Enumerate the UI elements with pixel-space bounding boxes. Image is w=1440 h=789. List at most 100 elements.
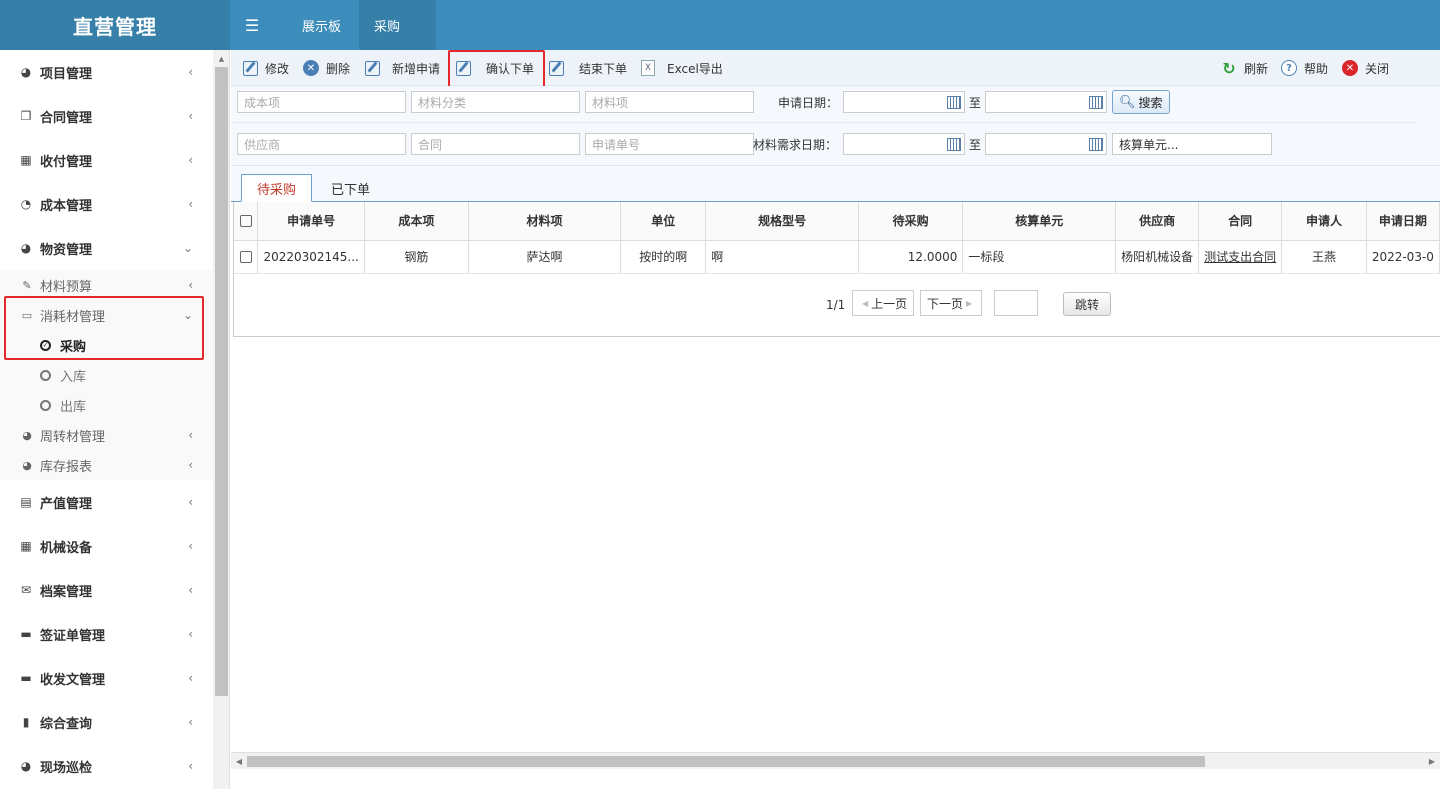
sidebar-item-visa[interactable]: ▬ 签证单管理 ‹: [0, 612, 213, 656]
dashboard-icon: ◕: [20, 759, 32, 773]
chevron-left-icon: ‹: [188, 671, 193, 685]
sidebar-item-query[interactable]: ▮ 综合查询 ‹: [0, 700, 213, 744]
filter-panel: 成本项 材料分类 材料项 申请日期： 至 🔍︎ 搜索 供应商 合同 申请单号 材料…: [231, 86, 1440, 166]
column-header[interactable]: 核算单元: [962, 202, 1117, 241]
chevron-left-icon: ‹: [188, 153, 193, 167]
refresh-button[interactable]: ↻ 刷新: [1220, 50, 1268, 86]
apply-date-from-input[interactable]: [843, 91, 965, 113]
finish-order-button[interactable]: 结束下单: [547, 50, 627, 86]
sidebar-sub-material-budget[interactable]: ✎ 材料预算 ‹: [0, 270, 213, 300]
pie-chart-icon: ◔: [20, 197, 32, 211]
cell-apply-date: 2022-03-0: [1366, 240, 1440, 274]
excel-export-button[interactable]: X Excel导出: [639, 50, 723, 86]
sidebar: ◕ 项目管理 ‹ ❐ 合同管理 ‹ ▦ 收付管理 ‹ ◔ 成本管理 ‹ ◕ 物资管理 ⌄ ✎ 材料预算…: [0, 50, 213, 789]
scroll-right-icon[interactable]: ▶: [1425, 753, 1439, 770]
apply-no-input[interactable]: 申请单号: [585, 133, 754, 155]
sidebar-item-project[interactable]: ◕ 项目管理 ‹: [0, 50, 213, 94]
table-icon: ▤: [20, 495, 32, 509]
contract-link[interactable]: 测试支出合同: [1204, 250, 1276, 264]
next-page-button[interactable]: 下一页 ▶: [920, 290, 983, 316]
sidebar-item-contract[interactable]: ❐ 合同管理 ‹: [0, 94, 213, 138]
table-row[interactable]: 20220302145... 钢筋 萨达啊 按时的啊 啊 12.0000 一标段…: [234, 240, 1440, 274]
dashboard-icon: ◕: [20, 65, 32, 79]
sidebar-sub-turnover[interactable]: ◕ 周转材管理 ‹: [0, 420, 213, 450]
help-button[interactable]: ? 帮助: [1280, 50, 1328, 86]
add-request-button[interactable]: 新增申请: [363, 50, 440, 86]
chevron-left-icon: ‹: [188, 278, 193, 292]
edit-icon: ✎: [22, 278, 32, 292]
top-tab-dashboard[interactable]: 展示板: [287, 0, 356, 50]
need-date-label: 材料需求日期：: [753, 137, 838, 152]
column-header[interactable]: 材料项: [468, 202, 622, 241]
contract-input[interactable]: 合同: [411, 133, 580, 155]
scroll-up-icon[interactable]: ▲: [213, 52, 230, 66]
sidebar-item-payment[interactable]: ▦ 收付管理 ‹: [0, 138, 213, 182]
need-date-to-input[interactable]: [985, 133, 1107, 155]
tab-pending-purchase[interactable]: 待采购: [241, 174, 313, 202]
sidebar-item-documents[interactable]: ▬ 收发文管理 ‹: [0, 656, 213, 700]
accounting-unit-select[interactable]: 核算单元...: [1112, 133, 1272, 155]
select-all-checkbox[interactable]: [234, 202, 259, 241]
need-date-from-input[interactable]: [843, 133, 965, 155]
sidebar-leaf-inbound[interactable]: 入库: [0, 360, 213, 390]
supplier-input[interactable]: 供应商: [237, 133, 406, 155]
edit-button[interactable]: 修改: [241, 50, 289, 86]
column-header[interactable]: 待采购: [858, 202, 964, 241]
folder-icon: ▬: [20, 671, 32, 685]
pagination: 1/1 ◀ 上一页 下一页 ▶ 跳转: [234, 290, 1440, 320]
page-number-input[interactable]: [994, 290, 1038, 316]
sidebar-item-cost[interactable]: ◔ 成本管理 ‹: [0, 182, 213, 226]
sidebar-item-archive[interactable]: ✉ 档案管理 ‹: [0, 568, 213, 612]
apply-date-to-input[interactable]: [985, 91, 1107, 113]
cost-item-input[interactable]: 成本项: [237, 91, 406, 113]
horizontal-scrollbar[interactable]: ◀ ▶: [231, 752, 1440, 769]
circle-icon: [40, 369, 51, 381]
prev-page-button[interactable]: ◀ 上一页: [852, 290, 915, 316]
check-circle-icon: ✓: [40, 339, 51, 351]
scroll-left-icon[interactable]: ◀: [232, 753, 246, 770]
sidebar-scrollbar[interactable]: ▲: [213, 50, 230, 789]
horizontal-scroll-thumb[interactable]: [247, 756, 1205, 767]
sidebar-item-inspection[interactable]: ◕ 现场巡检 ‹: [0, 744, 213, 788]
folder-icon: ▬: [20, 627, 32, 641]
column-header[interactable]: 供应商: [1115, 202, 1200, 241]
tab-ordered[interactable]: 已下单: [316, 174, 385, 202]
sidebar-item-machinery[interactable]: ▦ 机械设备 ‹: [0, 524, 213, 568]
cell-contract[interactable]: 测试支出合同: [1198, 240, 1283, 274]
sidebar-sub-consumables[interactable]: ▭ 消耗材管理 ⌄: [0, 300, 213, 330]
calendar-icon[interactable]: [1089, 138, 1103, 151]
jump-button[interactable]: 跳转: [1063, 292, 1112, 316]
excel-icon: X: [639, 59, 657, 77]
column-header[interactable]: 合同: [1198, 202, 1283, 241]
column-header[interactable]: 申请单号: [257, 202, 365, 241]
hamburger-icon[interactable]: ☰: [230, 0, 274, 50]
sidebar-item-material[interactable]: ◕ 物资管理 ⌄: [0, 226, 213, 270]
calendar-icon[interactable]: [1089, 96, 1103, 109]
sidebar-leaf-outbound[interactable]: 出库: [0, 390, 213, 420]
chevron-left-icon: ‹: [188, 65, 193, 79]
top-tab-purchase[interactable]: 采购: [359, 0, 436, 50]
column-header[interactable]: 单位: [620, 202, 707, 241]
copy-icon: ❐: [20, 109, 32, 123]
chevron-left-icon: ‹: [188, 759, 193, 773]
row-checkbox[interactable]: [234, 240, 259, 274]
purchase-table: 申请单号 成本项 材料项 单位 规格型号 待采购 核算单元 供应商 合同 申请人…: [234, 202, 1440, 274]
sidebar-sub-inventory-report[interactable]: ◕ 库存报表 ‹: [0, 450, 213, 480]
calendar-icon[interactable]: [947, 138, 961, 151]
column-header[interactable]: 规格型号: [705, 202, 859, 241]
sidebar-scroll-thumb[interactable]: [215, 67, 228, 696]
close-button[interactable]: ✕ 关闭: [1341, 50, 1389, 86]
column-header[interactable]: 申请人: [1281, 202, 1367, 241]
sidebar-item-output-value[interactable]: ▤ 产值管理 ‹: [0, 480, 213, 524]
search-button[interactable]: 🔍︎ 搜索: [1112, 90, 1170, 114]
column-header[interactable]: 申请日期: [1366, 202, 1440, 241]
delete-button[interactable]: ✕ 删除: [302, 50, 350, 86]
table-header-row: 申请单号 成本项 材料项 单位 规格型号 待采购 核算单元 供应商 合同 申请人…: [234, 202, 1440, 241]
column-header[interactable]: 成本项: [364, 202, 469, 241]
calendar-icon[interactable]: [947, 96, 961, 109]
chevron-left-icon: ‹: [188, 583, 193, 597]
sidebar-leaf-purchase[interactable]: ✓ 采购: [0, 330, 213, 360]
confirm-order-button[interactable]: 确认下单: [454, 50, 534, 86]
material-item-input[interactable]: 材料项: [585, 91, 754, 113]
material-category-input[interactable]: 材料分类: [411, 91, 580, 113]
